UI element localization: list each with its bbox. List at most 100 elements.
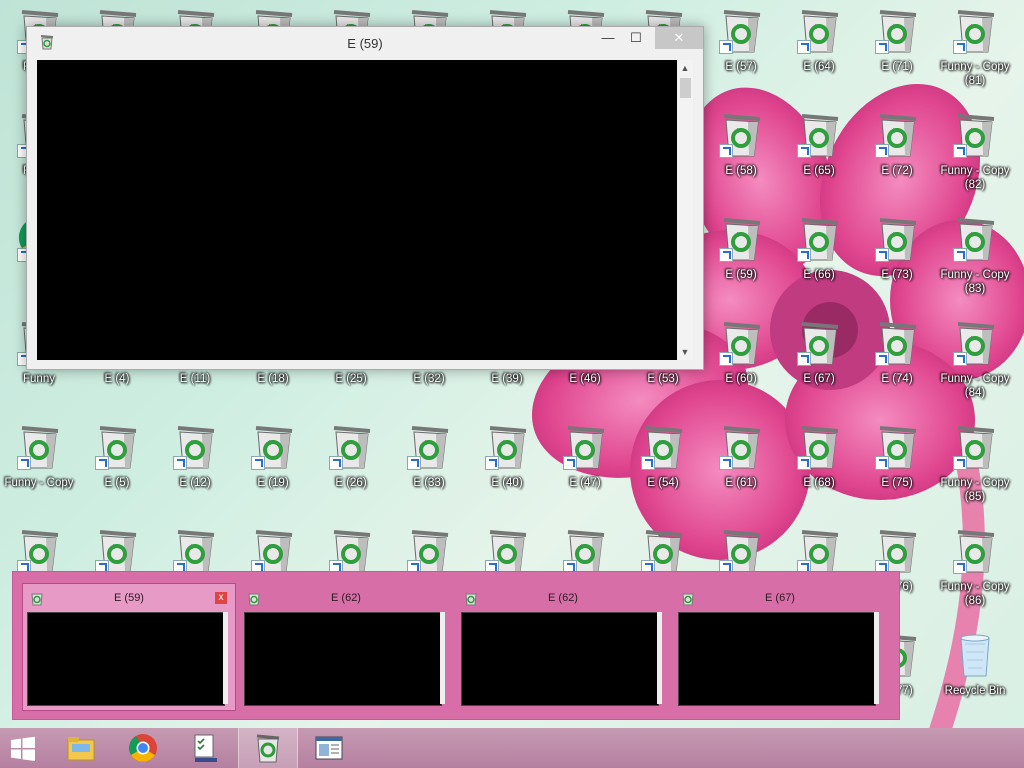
close-button[interactable]: ✕	[655, 27, 703, 49]
desktop-icon[interactable]: Funny - Copy (82)	[936, 108, 1014, 212]
desktop-icon-label: E (25)	[335, 373, 367, 385]
window-content-area[interactable]	[37, 60, 677, 360]
desktop-icon[interactable]: Funny - Copy (83)	[936, 212, 1014, 316]
desktop-icon[interactable]: Funny - Copy	[0, 420, 78, 524]
desktop-icon[interactable]: E (64)	[780, 4, 858, 108]
thumbnail-preview	[27, 612, 225, 706]
desktop-icon[interactable]: E (26)	[312, 420, 390, 524]
thumbnail-preview	[244, 612, 442, 706]
shortcut-arrow-icon	[719, 248, 733, 262]
recycle-bin-icon	[405, 422, 453, 470]
desktop-icon[interactable]: E (40)	[468, 420, 546, 524]
recycle-bin-icon	[717, 526, 765, 574]
shortcut-arrow-icon	[329, 456, 343, 470]
desktop-icon[interactable]: E (12)	[156, 420, 234, 524]
desktop-icon[interactable]: E (57)	[702, 4, 780, 108]
desktop-icon[interactable]: E (73)	[858, 212, 936, 316]
recycle-bin-icon	[873, 214, 921, 262]
scrollbar-thumb[interactable]	[680, 78, 691, 98]
taskbar-file-explorer[interactable]	[52, 728, 110, 768]
desktop-icon[interactable]: Funny - Copy (81)	[936, 4, 1014, 108]
shortcut-arrow-icon	[251, 456, 265, 470]
taskbar-chrome[interactable]	[114, 728, 172, 768]
recycle-bin-icon	[249, 526, 297, 574]
desktop-icon[interactable]: E (60)	[702, 316, 780, 420]
desktop-icon[interactable]: Funny - Copy (85)	[936, 420, 1014, 524]
desktop-icon-label: E (26)	[335, 477, 367, 489]
recycle-bin-window[interactable]: E (59) — ☐ ✕ ▲ ▼	[26, 26, 704, 370]
start-button[interactable]	[0, 728, 58, 768]
recycle-bin-icon	[15, 422, 63, 470]
recycle-bin-icon	[951, 422, 999, 470]
desktop-icon-label: E (53)	[647, 373, 679, 385]
recycle-bin-icon	[717, 110, 765, 158]
desktop-icon[interactable]: Funny - Copy (84)	[936, 316, 1014, 420]
desktop-icon-label: E (47)	[569, 477, 601, 489]
recycle-bin-icon	[249, 422, 297, 470]
taskbar-task-scheduler[interactable]	[176, 728, 234, 768]
minimize-button[interactable]: —	[593, 27, 623, 49]
shortcut-arrow-icon	[17, 456, 31, 470]
desktop-icon[interactable]: E (75)	[858, 420, 936, 524]
desktop-icon[interactable]: E (65)	[780, 108, 858, 212]
desktop-icon-label: E (65)	[803, 165, 835, 177]
recycle-bin-icon	[795, 318, 843, 366]
recycle-bin-icon	[327, 526, 375, 574]
maximize-button[interactable]: ☐	[621, 27, 651, 49]
desktop-icon[interactable]: E (61)	[702, 420, 780, 524]
recycle-bin-icon	[639, 422, 687, 470]
recycle-bin-icon	[93, 526, 141, 574]
desktop-icon-label: Funny - Copy (82)	[940, 165, 1010, 191]
desktop-icon-label: E (75)	[881, 477, 913, 489]
desktop-icon[interactable]: E (33)	[390, 420, 468, 524]
scroll-down-icon[interactable]: ▼	[677, 344, 693, 360]
desktop-icon-label: Funny	[23, 373, 55, 385]
shortcut-arrow-icon	[953, 352, 967, 366]
recycle-bin-icon	[93, 422, 141, 470]
thumbnail-window-4[interactable]: E (67)	[674, 584, 886, 710]
desktop-icon[interactable]: E (68)	[780, 420, 858, 524]
shortcut-arrow-icon	[719, 456, 733, 470]
shortcut-arrow-icon	[875, 352, 889, 366]
desktop-icon-label: E (54)	[647, 477, 679, 489]
thumbnail-window-2[interactable]: E (62)	[240, 584, 452, 710]
thumbnail-window-3[interactable]: E (62)	[457, 584, 669, 710]
thumbnail-title: E (62)	[331, 592, 361, 604]
desktop-icon[interactable]: E (74)	[858, 316, 936, 420]
empty-recycle-bin-icon	[951, 630, 999, 678]
desktop-icon[interactable]: E (72)	[858, 108, 936, 212]
recycle-bin-icon	[15, 526, 63, 574]
thumbnail-preview	[678, 612, 876, 706]
taskbar-recycle-bin-window[interactable]	[238, 728, 298, 768]
shortcut-arrow-icon	[563, 456, 577, 470]
desktop-icon[interactable]: Funny - Copy (86)	[936, 524, 1014, 628]
vertical-scrollbar[interactable]: ▲ ▼	[677, 60, 693, 360]
desktop-icon[interactable]: E (67)	[780, 316, 858, 420]
thumbnail-close-button[interactable]: x	[215, 592, 227, 604]
taskbar-app-window[interactable]	[300, 728, 358, 768]
shortcut-arrow-icon	[407, 456, 421, 470]
recycle-bin-icon	[483, 422, 531, 470]
desktop-icon[interactable]: E (58)	[702, 108, 780, 212]
desktop-icon[interactable]: E (54)	[624, 420, 702, 524]
thumbnail-scrollbar	[223, 612, 228, 704]
desktop-icon[interactable]: E (5)	[78, 420, 156, 524]
desktop-icon[interactable]: E (47)	[546, 420, 624, 524]
chrome-icon	[129, 734, 157, 762]
window-titlebar[interactable]: E (59) — ☐ ✕	[27, 27, 703, 59]
recycle-bin-icon	[951, 318, 999, 366]
desktop-icon-label: E (39)	[491, 373, 523, 385]
shortcut-arrow-icon	[875, 40, 889, 54]
thumbnail-window-1[interactable]: E (59) x	[22, 583, 236, 711]
shortcut-arrow-icon	[719, 40, 733, 54]
desktop-icon[interactable]: E (19)	[234, 420, 312, 524]
shortcut-arrow-icon	[95, 456, 109, 470]
desktop-icon[interactable]: E (66)	[780, 212, 858, 316]
scroll-up-icon[interactable]: ▲	[677, 60, 693, 76]
recycle-bin-icon	[951, 526, 999, 574]
desktop-icon[interactable]: E (59)	[702, 212, 780, 316]
desktop-icon[interactable]: E (71)	[858, 4, 936, 108]
desktop-icon[interactable]: Recycle Bin	[936, 628, 1014, 732]
shortcut-arrow-icon	[953, 560, 967, 574]
desktop-icon-label: E (12)	[179, 477, 211, 489]
